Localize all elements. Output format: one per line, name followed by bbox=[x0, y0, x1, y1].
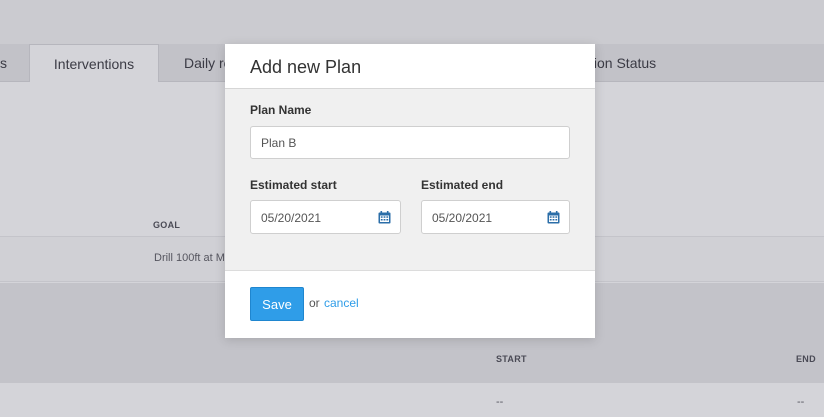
start-column-header: START bbox=[496, 354, 527, 364]
modal-title: Add new Plan bbox=[250, 57, 362, 77]
estimated-end-label: Estimated end bbox=[421, 178, 504, 192]
start-cell: -- bbox=[496, 396, 504, 408]
add-plan-modal: Add new Plan Plan Name Estimated start 0… bbox=[225, 44, 595, 338]
save-button[interactable]: Save bbox=[250, 287, 304, 321]
goal-cell: Drill 100ft at M bbox=[154, 252, 225, 264]
estimated-end-value: 05/20/2021 bbox=[432, 211, 493, 225]
tab-previous[interactable]: s bbox=[0, 44, 7, 82]
tab-status[interactable]: tion Status bbox=[590, 44, 656, 82]
end-cell: -- bbox=[797, 396, 805, 408]
estimated-start-input[interactable]: 05/20/2021 bbox=[250, 200, 401, 234]
estimated-end-input[interactable]: 05/20/2021 bbox=[421, 200, 570, 234]
modal-body: Plan Name Estimated start 05/20/2021 Est… bbox=[225, 89, 595, 271]
calendar-icon[interactable] bbox=[378, 211, 391, 224]
table-row bbox=[0, 383, 824, 417]
cancel-link[interactable]: cancel bbox=[324, 296, 359, 310]
estimated-start-label: Estimated start bbox=[250, 178, 337, 192]
tab-interventions[interactable]: Interventions bbox=[29, 44, 159, 83]
end-column-header: END bbox=[796, 354, 816, 364]
goal-column-header: GOAL bbox=[153, 220, 181, 230]
modal-header: Add new Plan bbox=[225, 44, 595, 89]
or-text: or bbox=[309, 296, 320, 310]
plan-name-label: Plan Name bbox=[250, 103, 312, 117]
estimated-start-value: 05/20/2021 bbox=[261, 211, 322, 225]
page-header-area bbox=[0, 0, 824, 44]
plan-name-input[interactable] bbox=[250, 126, 570, 159]
modal-footer: Save or cancel bbox=[225, 271, 595, 338]
calendar-icon[interactable] bbox=[547, 211, 560, 224]
